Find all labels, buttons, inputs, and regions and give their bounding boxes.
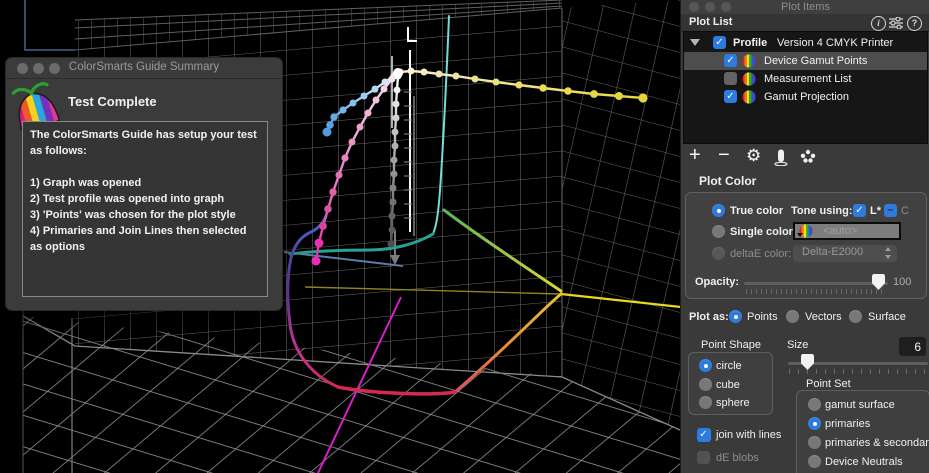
- de-blobs-checkbox[interactable]: [697, 451, 710, 464]
- profile-checkbox[interactable]: [713, 36, 726, 49]
- filter-options-icon[interactable]: [889, 17, 903, 29]
- size-slider-thumb[interactable]: [801, 354, 814, 370]
- plot-as-surface-radio[interactable]: [849, 310, 862, 323]
- set-gamut-surface-radio[interactable]: [808, 398, 821, 411]
- cluster-points-button[interactable]: [800, 149, 816, 164]
- plot-as-points-label: Points: [747, 311, 778, 323]
- panel-title: Plot Items: [681, 1, 929, 13]
- list-toolbar: + − ⚙: [681, 146, 929, 168]
- set-device-neutrals-label: Device Neutrals: [825, 456, 903, 468]
- set-primaries-label: primaries: [825, 418, 870, 430]
- shape-sphere-label: sphere: [716, 397, 750, 409]
- de-blobs-label: dE blobs: [716, 452, 759, 464]
- dialog-titlebar[interactable]: ColorSmarts Guide Summary: [6, 58, 282, 79]
- size-value-box: 6: [899, 337, 926, 356]
- shape-cube-label: cube: [716, 379, 740, 391]
- set-device-neutrals-radio[interactable]: [808, 455, 821, 468]
- tree-row-label: Measurement List: [764, 73, 851, 85]
- tree-row-device-gamut-points[interactable]: Device Gamut Points: [684, 52, 927, 70]
- opacity-label: Opacity:: [695, 276, 739, 288]
- shape-circle-radio[interactable]: [699, 359, 712, 372]
- single-color-value: <auto>: [823, 225, 857, 237]
- tree-row-label: Profile: [733, 37, 767, 49]
- tone-l-label: L*: [870, 205, 881, 217]
- row-checkbox[interactable]: [724, 90, 737, 103]
- plot-as-surface-label: Surface: [868, 311, 906, 323]
- shape-circle-label: circle: [716, 360, 742, 372]
- plot-as-points-radio[interactable]: [729, 310, 742, 323]
- plot-as-vectors-radio[interactable]: [786, 310, 799, 323]
- set-primaries-secondaries-radio[interactable]: [808, 436, 821, 449]
- tone-c-label: C: [901, 205, 909, 217]
- add-button[interactable]: +: [689, 146, 701, 164]
- panel-titlebar[interactable]: Plot Items: [681, 0, 929, 15]
- remove-button[interactable]: −: [718, 146, 730, 164]
- single-color-label: Single color:: [730, 226, 797, 238]
- deltae-value: Delta-E2000: [802, 246, 863, 258]
- dropdown-arrow-icon: [797, 233, 803, 237]
- plot-items-panel: Plot Items Plot List i ? Profile Version…: [680, 0, 929, 473]
- tree-row-value: Version 4 CMYK Printer: [777, 37, 893, 49]
- row-checkbox[interactable]: [724, 72, 737, 85]
- set-primaries-secondaries-label: primaries & secondaries: [825, 437, 929, 449]
- set-gamut-surface-label: gamut surface: [825, 399, 895, 411]
- join-with-lines-label: join with lines: [716, 429, 781, 441]
- point-set-label: Point Set: [806, 378, 851, 390]
- shape-cube-radio[interactable]: [699, 378, 712, 391]
- set-primaries-radio[interactable]: [808, 417, 821, 430]
- plot-list-header: Plot List i ?: [681, 14, 929, 32]
- stepper-icon: [884, 247, 893, 259]
- single-color-radio[interactable]: [712, 225, 725, 238]
- plot-as-vectors-label: Vectors: [805, 311, 842, 323]
- tree-row-profile[interactable]: Profile Version 4 CMYK Printer: [684, 34, 927, 52]
- opacity-slider-ticks: [746, 289, 886, 294]
- rainbow-icon: [742, 72, 756, 86]
- row-checkbox[interactable]: [724, 54, 737, 67]
- tone-c-checkbox[interactable]: [884, 204, 897, 217]
- plot-list-tree: Profile Version 4 CMYK Printer Device Ga…: [683, 31, 928, 144]
- opacity-slider-track[interactable]: [744, 282, 888, 285]
- size-label: Size: [787, 339, 808, 351]
- single-color-dropdown[interactable]: <auto>: [793, 222, 901, 240]
- plot-list-label: Plot List: [689, 16, 732, 28]
- disclosure-triangle-icon[interactable]: [690, 39, 700, 46]
- tree-row-label: Gamut Projection: [764, 91, 849, 103]
- opacity-value: 100: [893, 276, 911, 288]
- size-value: 6: [914, 340, 921, 354]
- eyedropper-button[interactable]: [774, 148, 788, 166]
- gear-button[interactable]: ⚙: [746, 147, 761, 165]
- dialog-step: 4) Primaries and Join Lines then selecte…: [30, 223, 260, 255]
- shape-sphere-radio[interactable]: [699, 396, 712, 409]
- rainbow-icon: [742, 54, 756, 68]
- plot-as-label: Plot as:: [689, 311, 729, 323]
- rainbow-icon: [742, 90, 756, 104]
- join-with-lines-checkbox[interactable]: [697, 428, 711, 442]
- true-color-label: True color: [730, 205, 783, 217]
- dialog-step: 2) Test profile was opened into graph: [30, 191, 260, 207]
- dialog-heading: Test Complete: [68, 94, 157, 109]
- dialog-step: 1) Graph was opened: [30, 175, 260, 191]
- tree-row-gamut-projection[interactable]: Gamut Projection: [684, 88, 927, 106]
- white-point: [393, 68, 403, 78]
- deltae-dropdown[interactable]: Delta-E2000: [793, 245, 897, 262]
- app-window: ColorSmarts Guide Summary Test Complete …: [0, 0, 929, 473]
- deltae-color-radio[interactable]: [712, 247, 725, 260]
- help-icon[interactable]: ?: [907, 16, 922, 31]
- dialog-title: ColorSmarts Guide Summary: [6, 61, 282, 73]
- dialog-step: 3) 'Points' was chosen for the plot styl…: [30, 207, 260, 223]
- tree-row-measurement-list[interactable]: Measurement List: [684, 70, 927, 88]
- true-color-radio[interactable]: [712, 204, 725, 217]
- tone-l-checkbox[interactable]: [853, 204, 866, 217]
- dialog-intro: The ColorSmarts Guide has setup your tes…: [30, 127, 260, 159]
- tone-using-label: Tone using:: [791, 205, 853, 217]
- size-slider-ticks: [789, 369, 927, 374]
- dialog-body: The ColorSmarts Guide has setup your tes…: [22, 121, 268, 297]
- tree-row-label: Device Gamut Points: [764, 55, 867, 67]
- plot-color-section-label: Plot Color: [699, 174, 756, 188]
- deltae-color-label: deltaE color:: [730, 248, 791, 260]
- info-icon[interactable]: i: [871, 16, 886, 31]
- colorsmarts-dialog: ColorSmarts Guide Summary Test Complete …: [5, 57, 283, 311]
- point-shape-label: Point Shape: [701, 339, 761, 351]
